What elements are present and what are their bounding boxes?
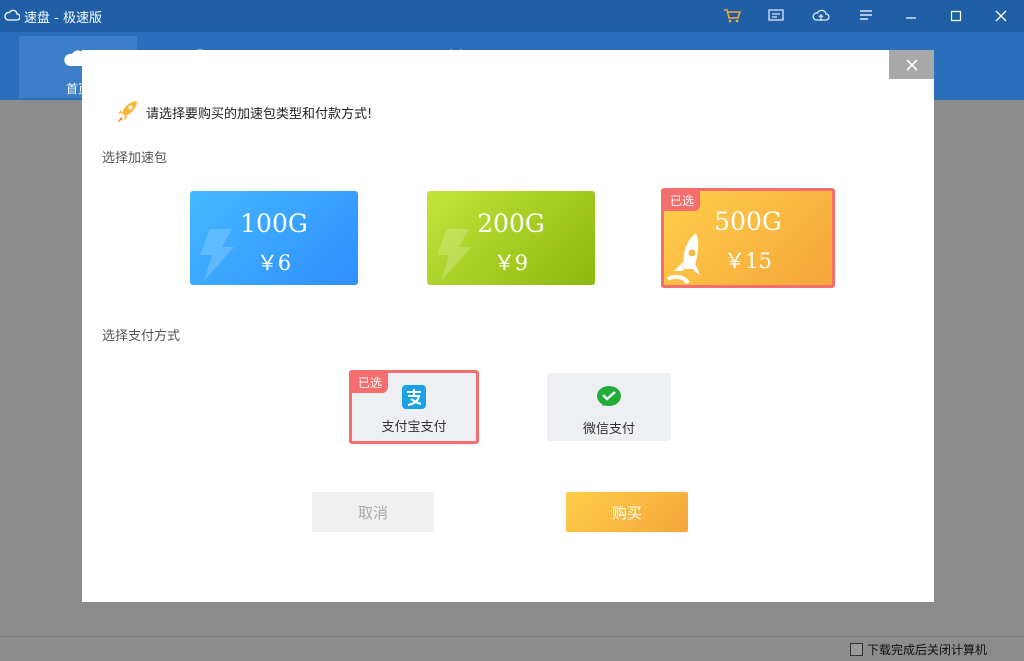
menu-icon[interactable] xyxy=(856,6,876,26)
payment-label: 微信支付 xyxy=(582,422,635,437)
package-size: 100G xyxy=(240,209,308,238)
close-dialog-button[interactable] xyxy=(889,50,934,79)
payment-alipay[interactable]: 已选 支付宝支付 xyxy=(349,370,479,444)
minimize-button[interactable] xyxy=(901,6,921,26)
dialog-prompt: 请选择要购买的加速包类型和付款方式! xyxy=(116,100,372,124)
auto-shutdown-checkbox[interactable] xyxy=(850,643,863,656)
purchase-dialog: 请选择要购买的加速包类型和付款方式! 选择加速包 100G ￥6 200G ￥9… xyxy=(82,50,934,602)
selected-badge: 已选 xyxy=(352,373,389,393)
rocket-icon xyxy=(117,101,137,123)
package-500g[interactable]: 已选 500G ￥15 xyxy=(661,188,835,288)
buy-button[interactable]: 购买 xyxy=(566,492,688,532)
payment-wechat[interactable]: 微信支付 xyxy=(547,373,671,441)
maximize-button[interactable] xyxy=(946,6,966,26)
cancel-button[interactable]: 取消 xyxy=(312,492,434,532)
auto-shutdown-option[interactable]: 下载完成后关闭计算机 xyxy=(850,641,987,658)
package-size: 500G xyxy=(714,207,782,236)
package-price: ￥9 xyxy=(493,251,529,275)
auto-shutdown-label: 下载完成后关闭计算机 xyxy=(867,643,988,657)
alipay-icon xyxy=(402,385,426,409)
cloud-icon xyxy=(4,9,20,21)
message-icon[interactable] xyxy=(766,6,786,26)
package-price: ￥15 xyxy=(724,249,772,273)
prompt-text: 请选择要购买的加速包类型和付款方式! xyxy=(146,106,373,122)
package-section-label: 选择加速包 xyxy=(102,151,168,166)
upload-cloud-icon[interactable] xyxy=(811,6,831,26)
close-icon xyxy=(905,58,918,71)
payment-label: 支付宝支付 xyxy=(381,420,447,435)
title-bar: 速盘 - 极速版 xyxy=(0,0,1024,32)
payment-section-label: 选择支付方式 xyxy=(102,329,181,344)
package-size: 200G xyxy=(477,209,545,238)
package-200g[interactable]: 200G ￥9 xyxy=(427,191,595,285)
package-100g[interactable]: 100G ￥6 xyxy=(190,191,358,285)
cart-icon[interactable] xyxy=(722,6,742,26)
app-title: 速盘 - 极速版 xyxy=(24,11,102,26)
close-window-button[interactable] xyxy=(991,6,1011,26)
status-bar: 下载完成后关闭计算机 xyxy=(0,636,1024,661)
package-price: ￥6 xyxy=(256,251,292,275)
wechat-pay-icon xyxy=(597,386,621,406)
